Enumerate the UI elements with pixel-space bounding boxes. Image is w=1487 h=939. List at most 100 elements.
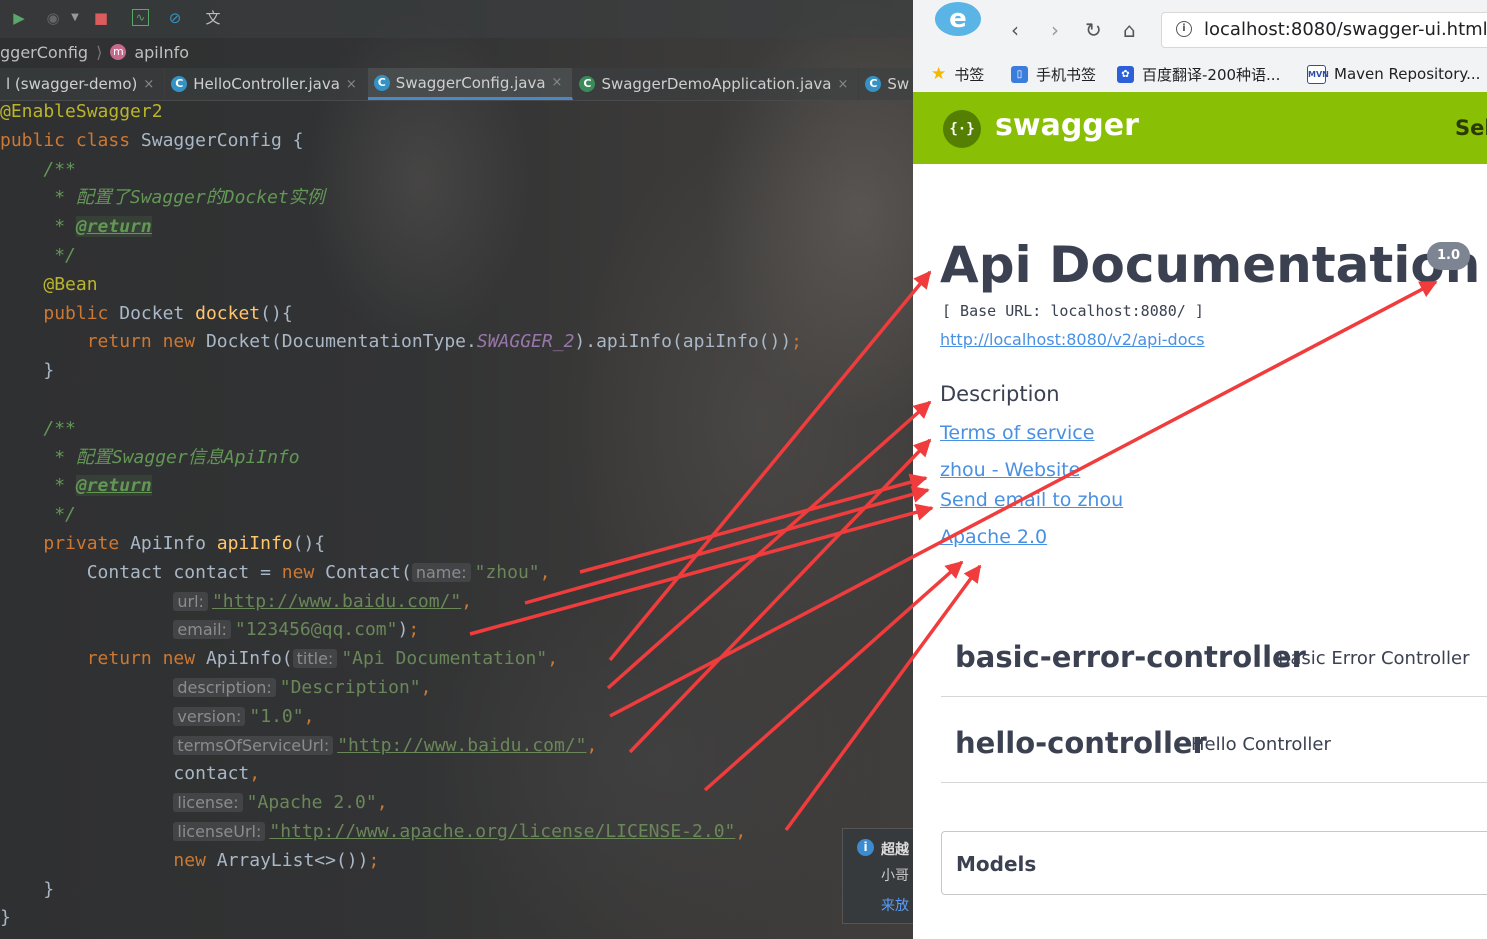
run-coverage-icon[interactable]: ▶ [10,9,28,27]
swagger-logo-icon: {·} [943,110,981,148]
contact-website-link[interactable]: zhou - Website [940,459,1080,481]
monitor-icon[interactable]: ∿ [132,9,149,26]
translate-icon[interactable]: 文 [204,9,222,27]
browser-address-row: e ‹ › ↻ ⌂ i localhost:8080/swagger-ui.ht… [913,0,1487,58]
info-icon: i [857,839,874,856]
keyword: private [43,532,120,554]
type-name: ApiInfo [130,532,206,554]
tab-swagger-demo[interactable]: l (swagger-demo) × [0,68,166,100]
class-icon: C [865,76,882,92]
comment: * 配置Swagger信息ApiInfo [43,446,300,468]
code-editor[interactable]: @EnableSwagger2 public class SwaggerConf… [0,98,913,933]
code-line: Contact contact = new Contact(name: "zhou… [0,559,913,588]
code-line: description: "Description", [0,674,913,703]
keyword: return [86,331,152,353]
bookmark-item[interactable]: MVN Maven Repository... [1307,62,1480,86]
keyword: new [173,849,206,871]
bookmark-label: 手机书签 [1036,65,1097,84]
class-icon: C [373,74,390,91]
notification-link[interactable]: 来放 [881,895,909,915]
license-link[interactable]: Apache 2.0 [940,526,1047,548]
tab-label: SwaggerDemoApplication.java [601,75,832,93]
code-line: @Bean [0,271,913,300]
controller-basic-error[interactable]: basic-error-controller Basic Error Contr… [941,620,1487,697]
tab-hello-controller[interactable]: C HelloController.java × [165,68,368,100]
method-name: docket [195,302,261,324]
comma: , [547,648,559,670]
parameter-hint: email: [173,620,231,640]
brace: } [43,878,55,900]
profile-icon[interactable]: ◉ [44,9,62,27]
code-text: (){ [260,302,293,324]
code-text: ArrayList<>()) [216,849,369,871]
code-line: version: "1.0", [0,703,913,732]
browser-window: e ‹ › ↻ ⌂ i localhost:8080/swagger-ui.ht… [913,0,1487,939]
close-icon[interactable]: × [143,77,154,92]
code-line: email: "123456@qq.com"); [0,616,913,645]
home-icon[interactable]: ⌂ [1123,18,1136,42]
comma: , [735,820,747,842]
string-literal: "http://www.apache.org/license/LICENSE-2… [269,820,736,842]
models-section[interactable]: Models [941,831,1487,895]
bookmark-item[interactable]: ✿ 百度翻译-200种语... [1117,62,1280,86]
tab-swagger-config[interactable]: C SwaggerConfig.java × [367,68,574,100]
tab-swagger-demo-application[interactable]: C SwaggerDemoApplication.java × [573,68,860,100]
breadcrumb-class[interactable]: ggerConfig [0,43,88,62]
select-definition-label[interactable]: Sel [1455,116,1487,140]
string-literal: "123456@qq.com" [234,619,398,641]
stop-icon[interactable]: ■ [92,9,110,27]
reload-icon[interactable]: ↻ [1085,18,1102,42]
code-line: @EnableSwagger2 [0,98,913,127]
string-literal: "1.0" [249,705,304,727]
close-icon[interactable]: × [837,77,848,92]
type-name: Docket [119,302,185,324]
parameter-hint: licenseUrl: [173,821,266,841]
notification-popup[interactable]: i 超越 小哥 来放 [842,828,913,924]
close-icon[interactable]: × [346,77,357,92]
code-line: private ApiInfo apiInfo(){ [0,530,913,559]
bookmark-item[interactable]: ★ 书签 [931,62,984,86]
info-icon[interactable]: i [1176,21,1192,37]
parameter-hint: termsOfServiceUrl: [173,735,334,755]
chevron-down-icon[interactable]: ▼ [66,9,84,27]
static-field: SWAGGER_2 [476,331,575,353]
code-line: return new Docket(DocumentationType.SWAG… [0,328,913,357]
bookmark-label: 书签 [954,65,985,84]
maven-icon: MVN [1307,64,1329,84]
code-text: ApiInfo( [205,648,293,670]
terms-of-service-link[interactable]: Terms of service [940,422,1094,444]
brace: { [292,129,304,151]
javadoc-tag: @return [75,475,152,497]
code-text: ).apiInfo(apiInfo()) [574,331,792,353]
forward-icon[interactable]: › [1051,18,1059,42]
tab-label: HelloController.java [193,75,340,93]
browser-logo-icon: e [935,2,981,36]
address-bar[interactable]: i localhost:8080/swagger-ui.html [1161,12,1487,48]
contact-email-link[interactable]: Send email to zhou [940,489,1123,511]
code-text: Contact( [325,561,412,583]
notification-text: 小哥 [881,868,909,884]
string-literal: "zhou" [474,561,540,583]
back-icon[interactable]: ‹ [1011,18,1019,42]
code-line: return new ApiInfo(title: "Api Documentat… [0,645,913,674]
breadcrumb-method[interactable]: apiInfo [134,43,189,62]
api-docs-link[interactable]: http://localhost:8080/v2/api-docs [940,330,1205,349]
code-line: * @return [0,472,913,501]
code-line: */ [0,501,913,530]
tab-truncated[interactable]: C Sw [859,68,913,100]
javadoc-tag: @return [75,216,152,238]
brace: } [0,907,11,929]
disable-icon[interactable]: ⊘ [166,9,184,27]
models-label: Models [956,852,1037,876]
tab-label: l (swagger-demo) [6,75,138,93]
keyword: new [281,561,315,583]
close-icon[interactable]: × [552,75,563,90]
comment: * [43,475,76,497]
api-title: Api Documentation [940,236,1481,294]
controller-description: Hello Controller [1191,734,1331,755]
controller-hello[interactable]: hello-controller Hello Controller [941,698,1487,783]
code-text: contact [173,763,250,785]
bookmark-item[interactable]: ▯ 手机书签 [1011,62,1096,86]
semicolon: ; [408,619,420,641]
